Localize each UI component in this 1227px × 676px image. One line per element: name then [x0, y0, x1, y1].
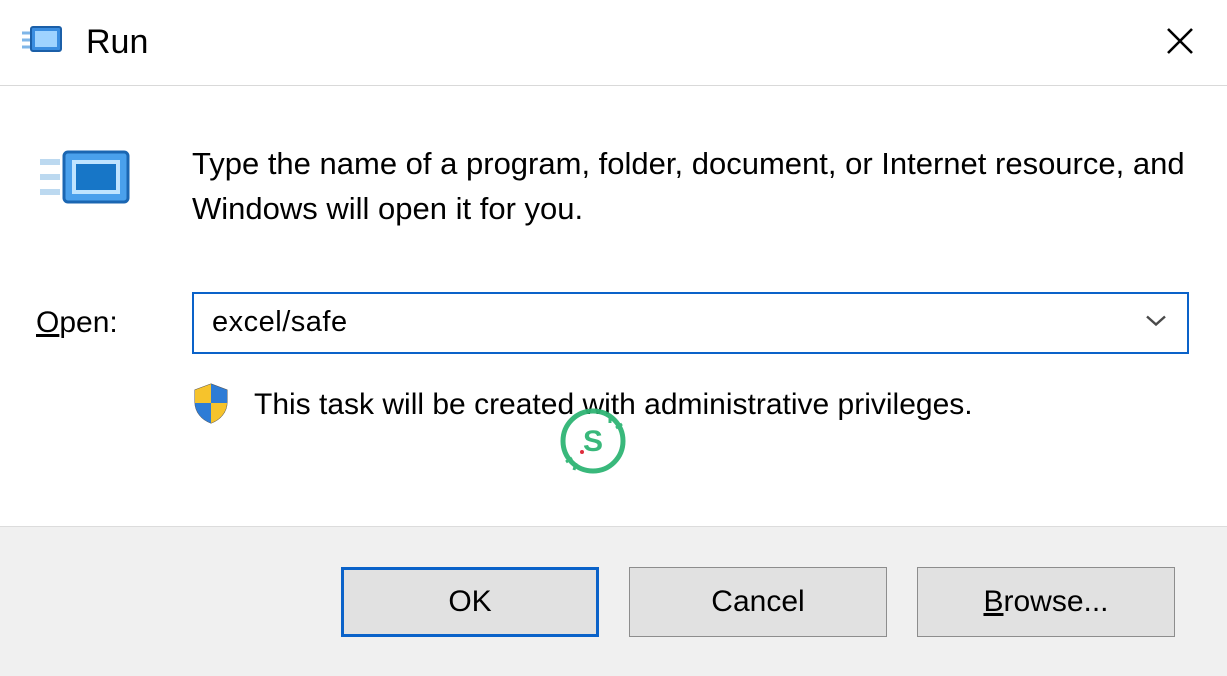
close-button[interactable]: [1157, 20, 1203, 66]
browse-button[interactable]: Browse...: [917, 567, 1175, 637]
description-text: Type the name of a program, folder, docu…: [192, 142, 1189, 232]
dialog-body: Type the name of a program, folder, docu…: [0, 86, 1227, 469]
open-combobox[interactable]: [192, 292, 1189, 354]
cancel-button[interactable]: Cancel: [629, 567, 887, 637]
close-icon: [1165, 26, 1195, 59]
ok-button-label: OK: [448, 585, 491, 619]
run-icon: [22, 23, 64, 62]
admin-privileges-text: This task will be created with administr…: [254, 388, 973, 422]
chevron-down-icon[interactable]: [1145, 313, 1167, 332]
ok-button[interactable]: OK: [341, 567, 599, 637]
titlebar: Run: [0, 0, 1227, 86]
open-label: Open:: [36, 306, 118, 339]
run-icon-large: [36, 144, 136, 219]
cancel-button-label: Cancel: [711, 585, 804, 619]
button-bar: OK Cancel Browse...: [0, 526, 1227, 676]
browse-button-label: Browse...: [983, 585, 1108, 619]
open-input[interactable]: [210, 305, 1131, 340]
window-title: Run: [86, 23, 148, 62]
shield-icon: [192, 382, 230, 429]
